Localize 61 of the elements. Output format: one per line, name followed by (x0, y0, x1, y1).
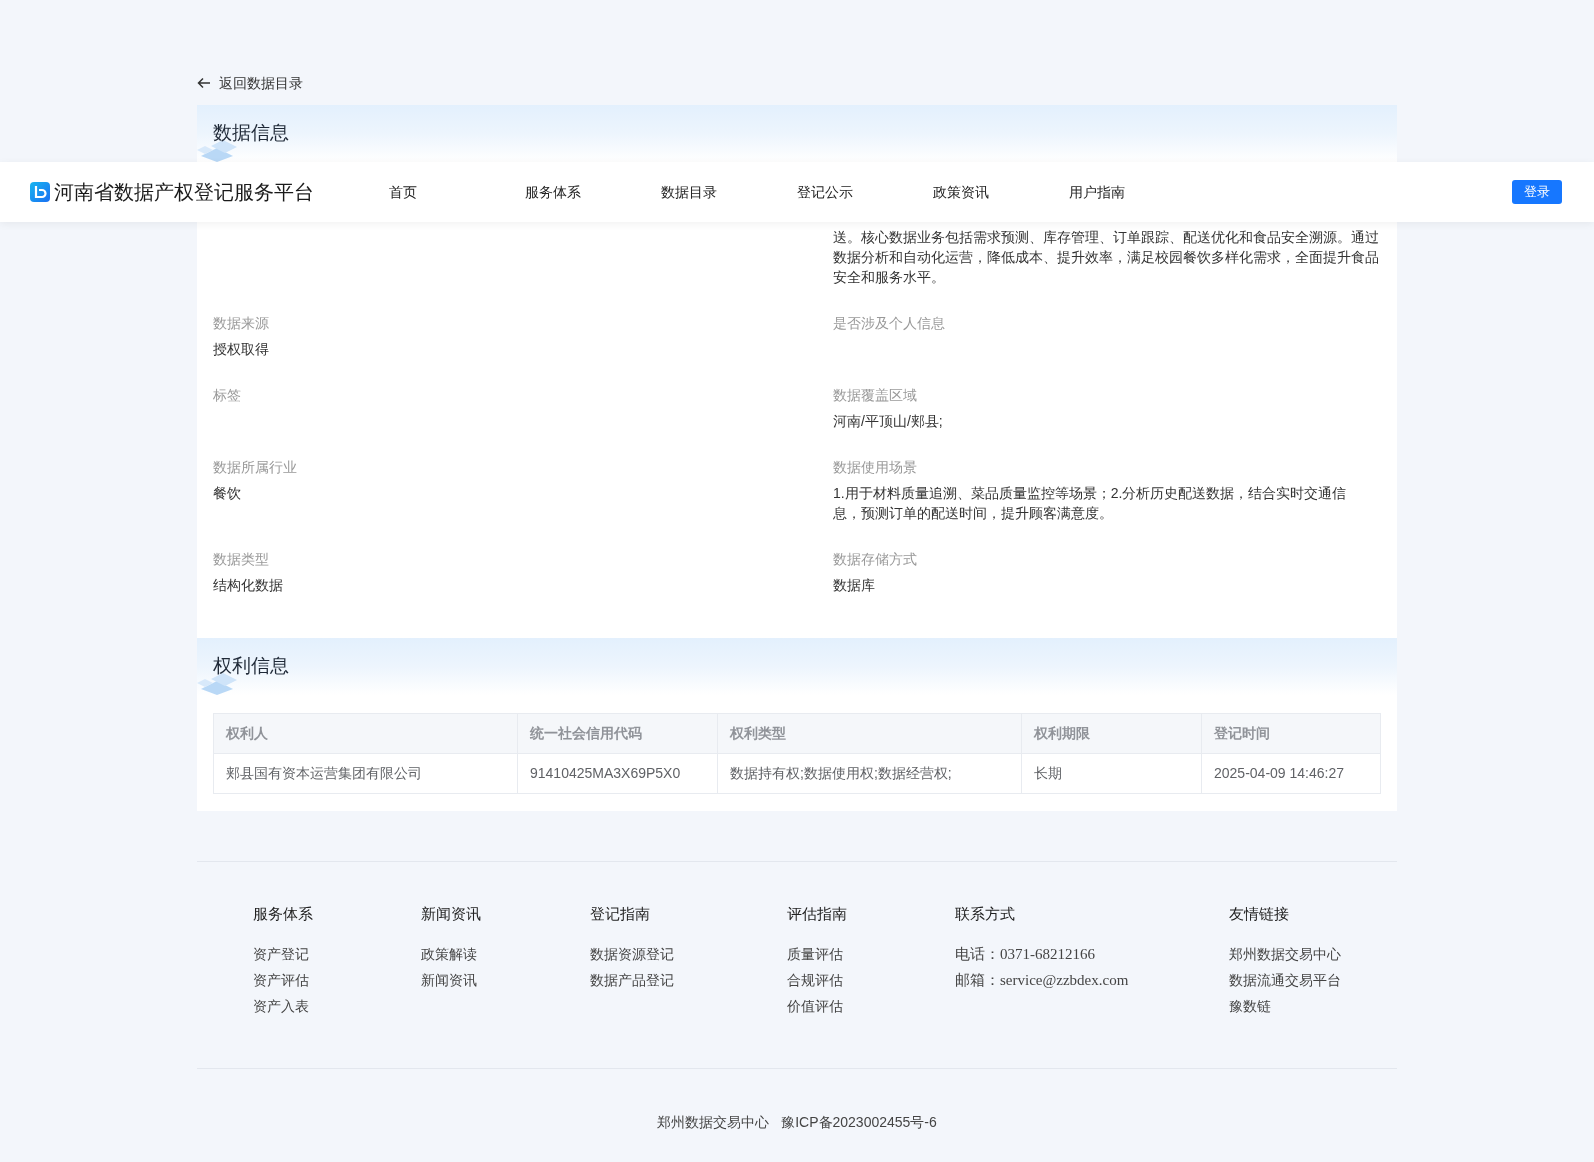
copyright-text: 豫ICP备2023002455号-6 (781, 1113, 937, 1132)
logo-icon (30, 182, 50, 202)
description-text: 送。核心数据业务包括需求预测、库存管理、订单跟踪、配送优化和食品安全溯源。通过数据分析和自动化运营，降低成本、提升效率，满足校园餐饮多样化需求，全面提升食品安全和服务水平。 (833, 228, 1380, 287)
footer-link[interactable]: 电话：0371-68212166 (955, 944, 1095, 964)
table-cell: 91410425MA3X69P5X0 (518, 754, 718, 793)
section-title: 权利信息 (213, 654, 289, 679)
column-header: 权利期限 (1022, 714, 1202, 753)
field-label: 是否涉及个人信息 (833, 314, 946, 333)
footer-link[interactable]: 资产评估 (253, 970, 309, 990)
field-value: 授权取得 (213, 340, 270, 359)
site-title: 河南省数据产权登记服务平台 (54, 180, 315, 205)
footer-link[interactable]: 资产入表 (253, 996, 309, 1016)
copyright-text: 郑州数据交易中心 (657, 1113, 770, 1132)
nav-link[interactable]: 政策资讯 (933, 181, 1069, 203)
field-label: 数据覆盖区域 (833, 386, 918, 405)
nav-link[interactable]: 首页 (389, 181, 525, 203)
field-label: 数据来源 (213, 314, 270, 333)
field-value: 数据库 (833, 576, 876, 595)
field-label: 数据使用场景 (833, 458, 918, 477)
nav-link[interactable]: 数据目录 (661, 181, 797, 203)
arrow-left-icon (197, 76, 211, 90)
footer-link[interactable]: 合规评估 (787, 970, 843, 990)
field-label: 数据类型 (213, 550, 270, 569)
table-cell: 郏县国有资本运营集团有限公司 (214, 754, 518, 793)
section-title: 数据信息 (213, 121, 289, 146)
table-cell: 长期 (1022, 754, 1202, 793)
column-header: 登记时间 (1213, 724, 1271, 743)
footer-link[interactable]: 政策解读 (421, 944, 477, 964)
footer-heading: 联系方式 (955, 904, 1016, 924)
footer-link[interactable]: 郑州数据交易中心 (1229, 944, 1341, 964)
column-header: 统一社会信用代码 (518, 714, 718, 753)
field-value: 河南/平顶山/郏县; (833, 412, 944, 431)
footer-link[interactable]: 豫数链 (1229, 996, 1271, 1016)
column-header: 权利人 (214, 714, 518, 753)
field-value: 结构化数据 (213, 576, 284, 595)
footer-heading: 登记指南 (590, 904, 651, 924)
footer-link[interactable]: 质量评估 (787, 944, 843, 964)
back-link[interactable]: 返回数据目录 (197, 73, 303, 93)
column-header: 权利类型 (718, 714, 1022, 753)
footer-link[interactable]: 资产登记 (253, 944, 309, 964)
footer-link[interactable]: 价值评估 (787, 996, 843, 1016)
field-label: 标签 (213, 386, 242, 405)
footer-link[interactable]: 新闻资讯 (421, 970, 477, 990)
footer-heading: 新闻资讯 (421, 904, 482, 924)
footer-link[interactable]: 邮箱：service@zzbdex.com (955, 970, 1129, 990)
footer-link[interactable]: 数据流通交易平台 (1229, 970, 1341, 990)
footer-heading: 友情链接 (1229, 904, 1290, 924)
field-label: 数据存储方式 (833, 550, 918, 569)
field-value: 1.用于材料质量追溯、菜品质量监控等场景；2.分析历史配送数据，结合实时交通信息，预测订单的配送时间，提升顾客满意度。 (833, 484, 1348, 523)
nav-link[interactable]: 用户指南 (1069, 181, 1205, 203)
table-cell-text: 2025-04-09 14:46:27 (1213, 764, 1345, 783)
footer-link[interactable]: 数据产品登记 (590, 970, 674, 990)
footer-heading: 评估指南 (787, 904, 848, 924)
footer-link[interactable]: 数据资源登记 (590, 944, 674, 964)
field-value: 餐饮 (213, 484, 242, 503)
footer-heading: 服务体系 (253, 904, 314, 924)
nav-link[interactable]: 服务体系 (525, 181, 661, 203)
field-label: 数据所属行业 (213, 458, 298, 477)
login-button[interactable]: 登录 (1512, 180, 1562, 204)
nav-link[interactable]: 登记公示 (797, 181, 933, 203)
table-cell: 数据持有权;数据使用权;数据经营权; (718, 754, 1022, 793)
